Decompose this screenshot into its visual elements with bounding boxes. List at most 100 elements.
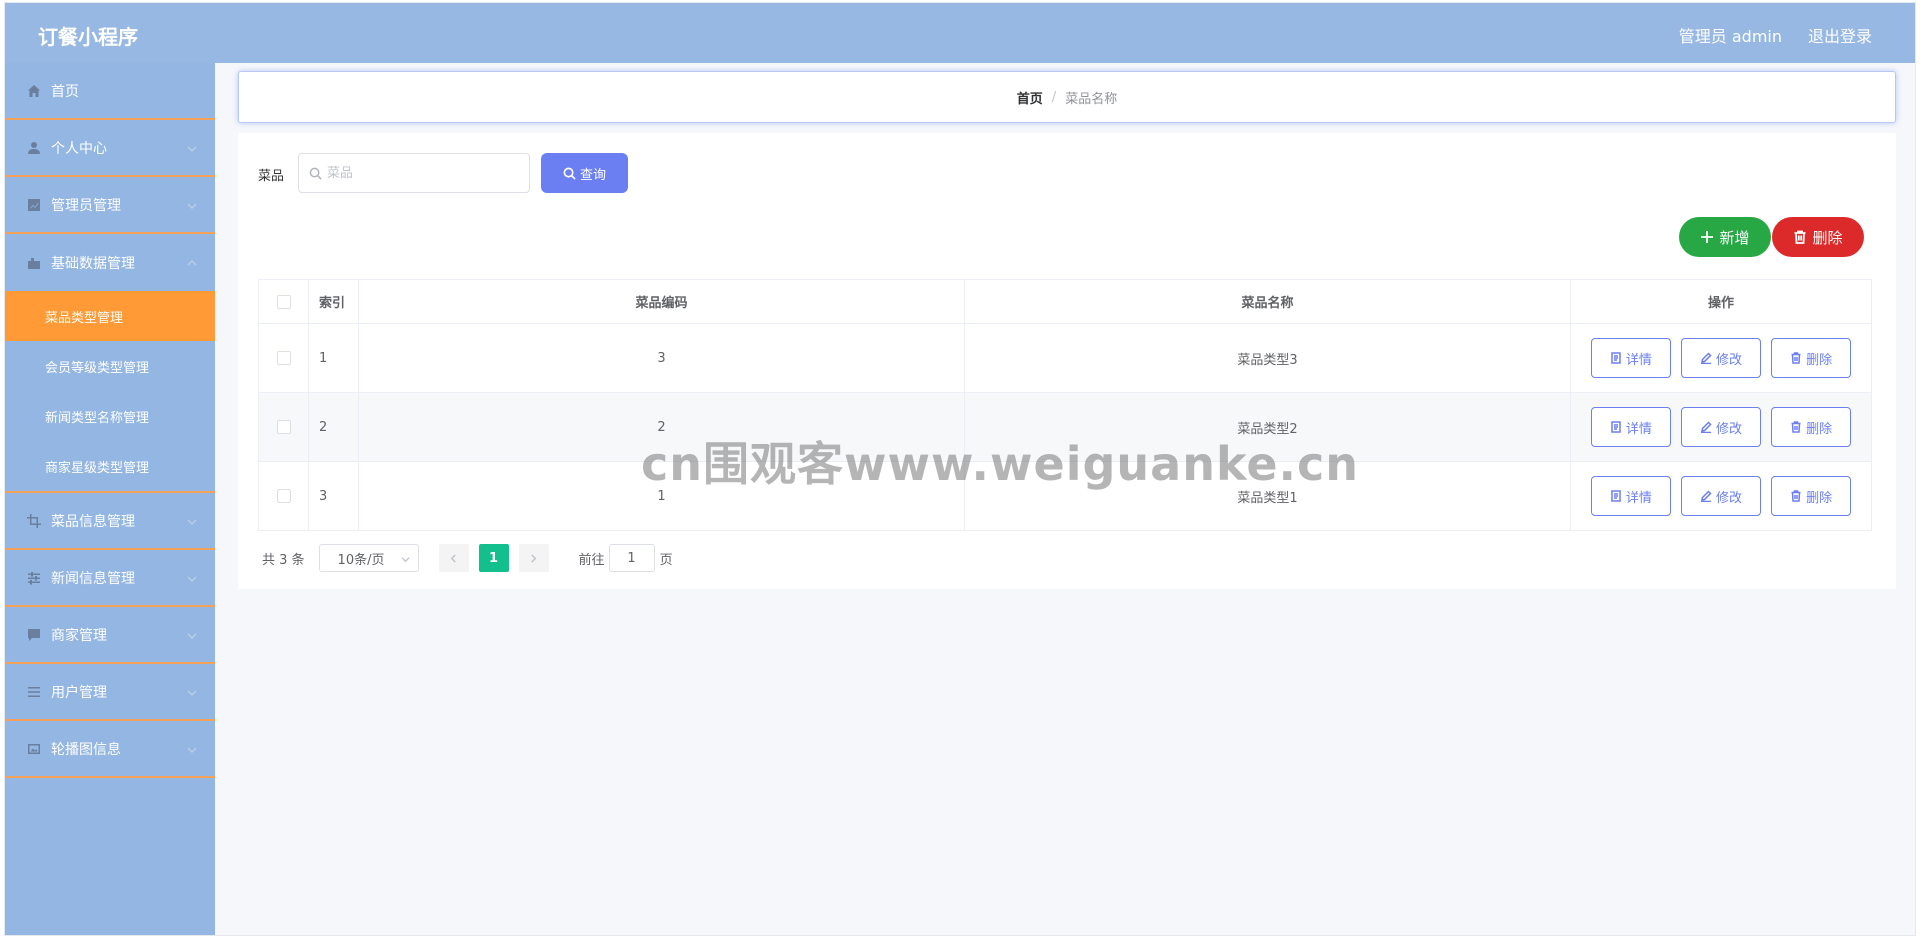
row-index: 2 <box>308 392 359 462</box>
add-button[interactable]: 新增 <box>1679 217 1771 257</box>
logout-link[interactable]: 退出登录 <box>1808 23 1872 47</box>
page-size-value: 10条/页 <box>337 552 385 568</box>
detail-button-label: 详情 <box>1625 490 1652 506</box>
page-size-select[interactable]: 10条/页 <box>318 544 419 572</box>
table-row: 3 1 菜品类型1 详情 修改 删除 <box>258 461 1872 531</box>
breadcrumb-separator: / <box>1051 89 1057 105</box>
table-row: 1 3 菜品类型3 详情 修改 删除 <box>258 323 1872 393</box>
column-header-name: 菜品名称 <box>964 279 1571 324</box>
app-frame: 订餐小程序 管理员 admin 退出登录 首页 个人中心 管理员管理 基础数据管… <box>4 2 1916 936</box>
edit-icon <box>1700 352 1712 364</box>
edit-button-label: 修改 <box>1715 421 1742 437</box>
delete-button[interactable]: 删除 <box>1771 407 1852 447</box>
delete-button[interactable]: 删除 <box>1771 338 1852 378</box>
edit-button-label: 修改 <box>1715 352 1742 368</box>
sidebar-submenu: 菜品类型管理 会员等级类型管理 新闻类型名称管理 商家星级类型管理 <box>5 291 215 491</box>
edit-button[interactable]: 修改 <box>1681 407 1761 447</box>
trash-icon <box>1794 230 1806 244</box>
trash-icon <box>1791 352 1801 364</box>
sidebar-item-personal-center[interactable]: 个人中心 <box>5 120 215 177</box>
column-header-index: 索引 <box>308 279 359 324</box>
page-number-current[interactable]: 1 <box>478 544 509 572</box>
prev-page-button[interactable] <box>438 544 469 572</box>
pagination-total: 共 3 条 <box>262 552 305 568</box>
chevron-down-icon <box>187 515 197 526</box>
sidebar: 首页 个人中心 管理员管理 基础数据管理 菜品类型管理 会员等级类型管理 新闻类… <box>5 63 215 935</box>
column-header-code: 菜品编码 <box>358 279 965 324</box>
image-icon <box>27 742 41 756</box>
search-input-wrapper <box>298 153 530 193</box>
delete-button-label: 删除 <box>1806 490 1833 506</box>
row-name: 菜品类型3 <box>964 323 1571 393</box>
sidebar-item-home[interactable]: 首页 <box>5 63 215 120</box>
current-user: 管理员 admin <box>1678 27 1782 46</box>
chevron-right-icon <box>531 553 537 563</box>
chevron-down-icon <box>187 142 197 153</box>
user-icon <box>27 141 41 155</box>
detail-button-label: 详情 <box>1625 421 1652 437</box>
row-select-cell <box>258 323 309 393</box>
trash-icon <box>1791 490 1801 502</box>
sidebar-item-news-info[interactable]: 新闻信息管理 <box>5 550 215 607</box>
query-button[interactable]: 查询 <box>541 153 628 193</box>
row-name: 菜品类型1 <box>964 461 1571 531</box>
app-title: 订餐小程序 <box>38 25 138 49</box>
sidebar-item-label: 新闻信息管理 <box>51 570 135 587</box>
document-icon <box>1611 490 1621 502</box>
sidebar-item-admin-management[interactable]: 管理员管理 <box>5 177 215 234</box>
detail-button[interactable]: 详情 <box>1590 407 1671 447</box>
select-all-cell <box>258 279 309 324</box>
edit-button-label: 修改 <box>1715 490 1742 506</box>
row-checkbox[interactable] <box>276 351 291 365</box>
sidebar-item-label: 商家管理 <box>51 627 107 644</box>
search-input[interactable] <box>327 165 517 181</box>
sidebar-group-basic-data: 基础数据管理 菜品类型管理 会员等级类型管理 新闻类型名称管理 商家星级类型管理 <box>5 234 215 493</box>
select-all-checkbox[interactable] <box>276 294 291 309</box>
row-checkbox[interactable] <box>276 420 291 434</box>
batch-delete-button[interactable]: 删除 <box>1772 217 1864 257</box>
goto-page-input[interactable] <box>608 544 655 572</box>
sidebar-subitem-member-level[interactable]: 会员等级类型管理 <box>5 341 215 391</box>
pagination: 共 3 条 10条/页 1 前往 页 <box>258 544 673 572</box>
add-button-label: 新增 <box>1719 228 1750 247</box>
delete-button-label: 删除 <box>1806 352 1833 368</box>
search-label: 菜品 <box>258 169 285 184</box>
edit-button[interactable]: 修改 <box>1681 476 1761 516</box>
sidebar-item-dish-info[interactable]: 菜品信息管理 <box>5 493 215 550</box>
home-icon <box>27 84 41 98</box>
sidebar-item-user[interactable]: 用户管理 <box>5 664 215 721</box>
goto-suffix: 页 <box>659 552 673 568</box>
row-index: 3 <box>308 461 359 531</box>
batch-delete-button-label: 删除 <box>1812 228 1843 247</box>
sidebar-item-basic-data[interactable]: 基础数据管理 <box>5 234 215 291</box>
detail-button[interactable]: 详情 <box>1590 338 1671 378</box>
sidebar-subitem-dish-type[interactable]: 菜品类型管理 <box>5 291 215 341</box>
edit-button[interactable]: 修改 <box>1681 338 1761 378</box>
row-name: 菜品类型2 <box>964 392 1571 462</box>
row-checkbox[interactable] <box>276 489 291 503</box>
detail-button[interactable]: 详情 <box>1590 476 1671 516</box>
next-page-button[interactable] <box>518 544 549 572</box>
edit-icon <box>1700 421 1712 433</box>
delete-button[interactable]: 删除 <box>1771 476 1852 516</box>
sidebar-item-merchant[interactable]: 商家管理 <box>5 607 215 664</box>
plus-icon <box>1701 231 1714 243</box>
main-content: 菜品 查询 新增 删除 索引 菜品编码 菜品名称 操作 <box>238 133 1896 589</box>
sidebar-subitem-news-type[interactable]: 新闻类型名称管理 <box>5 391 215 441</box>
chevron-down-icon <box>400 557 410 563</box>
breadcrumb-home[interactable]: 首页 <box>1017 88 1043 107</box>
sidebar-subitem-merchant-star[interactable]: 商家星级类型管理 <box>5 441 215 491</box>
document-icon <box>1611 421 1621 433</box>
chat-icon <box>27 628 41 642</box>
sidebar-item-label: 管理员管理 <box>51 197 121 214</box>
list-icon <box>27 685 41 699</box>
row-actions: 详情 修改 删除 <box>1570 392 1872 462</box>
chevron-down-icon <box>187 572 197 583</box>
chevron-down-icon <box>187 629 197 640</box>
row-code: 1 <box>358 461 965 531</box>
sidebar-item-carousel[interactable]: 轮播图信息 <box>5 721 215 778</box>
goto-label: 前往 <box>578 552 605 568</box>
delete-button-label: 删除 <box>1806 421 1833 437</box>
row-actions: 详情 修改 删除 <box>1570 461 1872 531</box>
sliders-icon <box>27 571 41 585</box>
